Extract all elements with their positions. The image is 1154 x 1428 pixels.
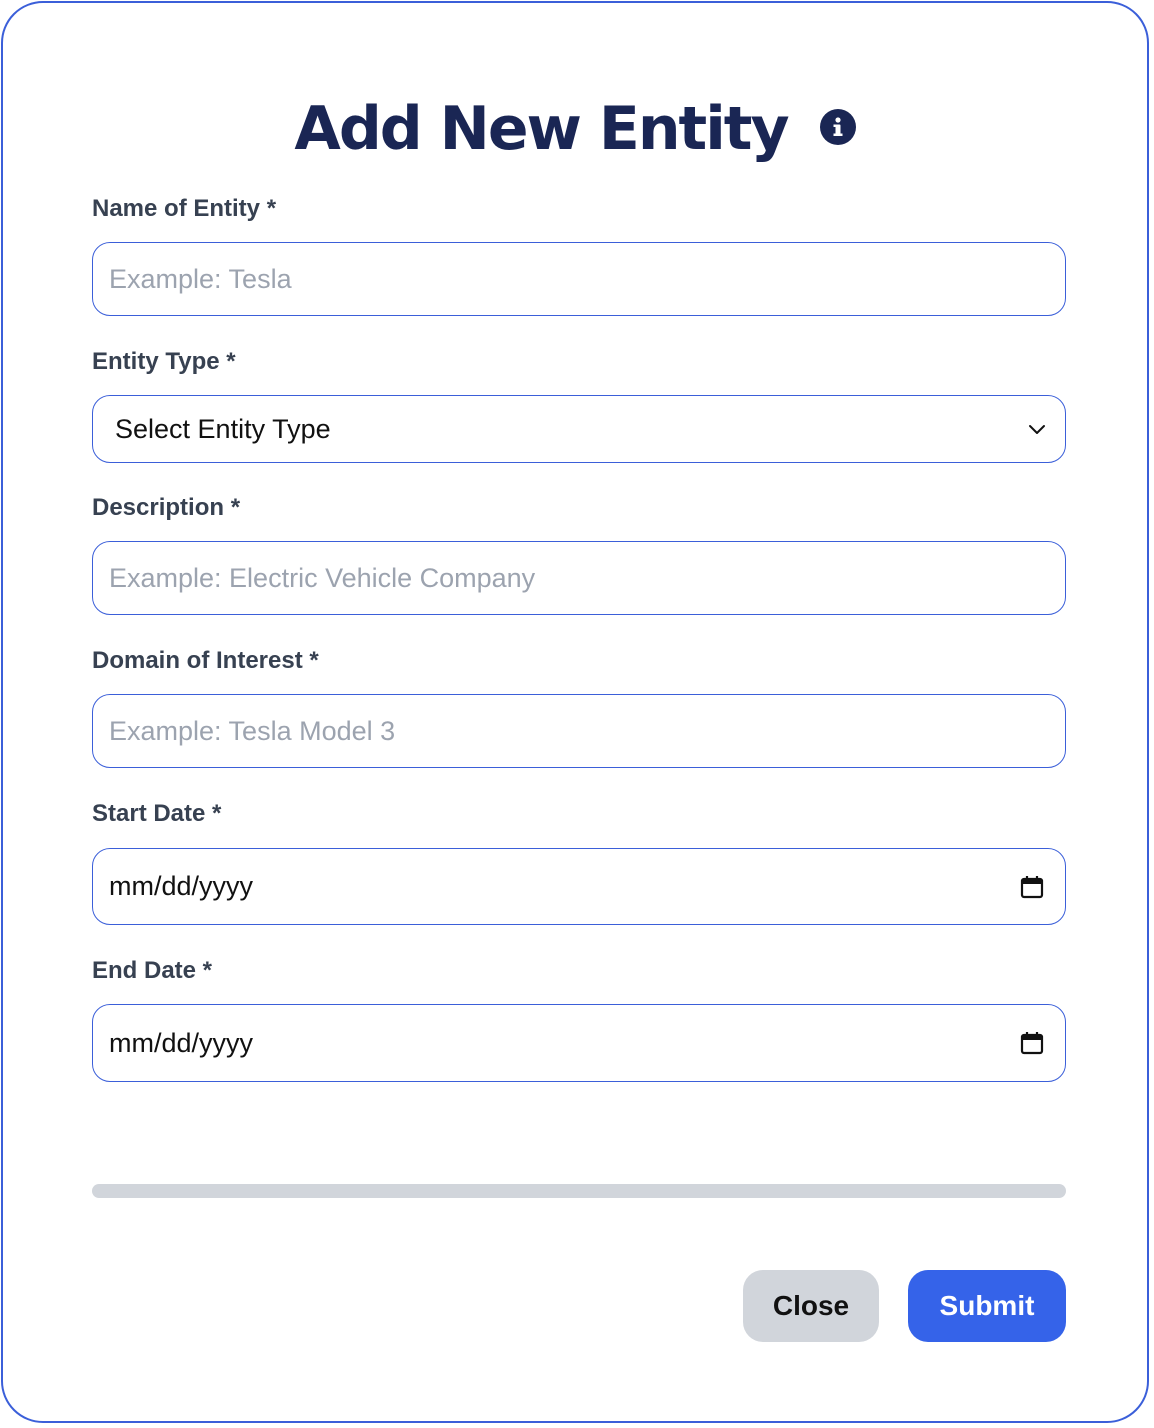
domain-of-interest-label: Domain of Interest * (92, 647, 319, 674)
add-entity-modal: Add New Entity Name of Entity * Example:… (1, 1, 1149, 1423)
info-icon[interactable] (819, 109, 856, 145)
progress-bar (92, 1184, 1066, 1198)
start-date-input[interactable]: mm/dd/yyyy (92, 848, 1066, 925)
end-date-value: mm/dd/yyyy (109, 1027, 254, 1058)
modal-header: Add New Entity (3, 91, 1147, 167)
entity-type-selected-value: Select Entity Type (115, 413, 331, 444)
entity-type-select[interactable]: Select Entity Type (92, 395, 1066, 463)
close-button[interactable]: Close (743, 1270, 879, 1342)
modal-title: Add New Entity (294, 94, 789, 164)
name-of-entity-input[interactable]: Example: Tesla (92, 242, 1066, 316)
description-input[interactable]: Example: Electric Vehicle Company (92, 541, 1066, 615)
domain-of-interest-input[interactable]: Example: Tesla Model 3 (92, 694, 1066, 768)
start-date-label: Start Date * (92, 800, 222, 827)
submit-button[interactable]: Submit (908, 1270, 1066, 1342)
description-placeholder: Example: Electric Vehicle Company (109, 562, 536, 593)
calendar-icon[interactable] (1019, 874, 1045, 900)
end-date-input[interactable]: mm/dd/yyyy (92, 1004, 1066, 1082)
chevron-down-icon (1029, 425, 1045, 434)
description-label: Description * (92, 494, 241, 521)
domain-of-interest-placeholder: Example: Tesla Model 3 (109, 715, 396, 746)
start-date-value: mm/dd/yyyy (109, 871, 254, 901)
name-of-entity-label: Name of Entity * (92, 195, 277, 222)
name-of-entity-placeholder: Example: Tesla (109, 263, 292, 294)
end-date-label: End Date * (92, 957, 213, 984)
calendar-icon[interactable] (1019, 1030, 1045, 1056)
entity-type-label: Entity Type * (92, 348, 236, 375)
